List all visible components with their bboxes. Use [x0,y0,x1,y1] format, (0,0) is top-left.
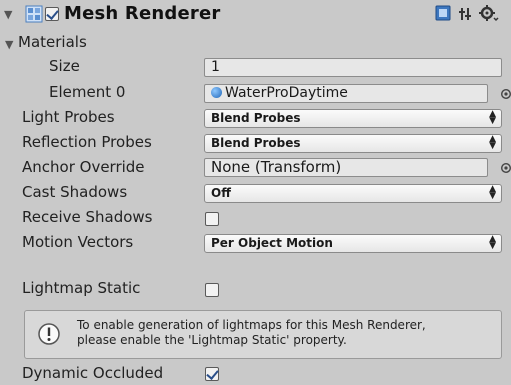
material-sphere-icon [211,87,222,98]
motion-vectors-value: Per Object Motion [211,236,333,250]
size-input[interactable]: 1 [204,58,502,77]
anchor-override-label: Anchor Override [22,158,145,176]
mesh-renderer-icon [25,5,43,23]
light-probes-value: Blend Probes [211,111,301,125]
dropdown-arrows-icon: ▲ ▼ [489,109,496,126]
reflection-probes-label: Reflection Probes [22,133,152,151]
gear-icon[interactable] [479,5,499,22]
info-line-2: please enable the 'Lightmap Static' prop… [77,333,347,347]
element-0-label: Element 0 [49,83,126,101]
cast-shadows-label: Cast Shadows [22,183,128,201]
receive-shadows-label: Receive Shadows [22,208,153,226]
component-foldout-arrow-icon[interactable]: ▼ [4,8,12,21]
lightmap-info-box: To enable generation of lightmaps for th… [24,310,502,359]
receive-shadows-checkbox[interactable] [205,212,219,226]
size-label: Size [49,57,80,75]
lightmap-static-checkbox[interactable] [205,283,219,297]
component-title: Mesh Renderer [64,3,221,24]
cast-shadows-dropdown[interactable]: Off ▲ ▼ [204,184,502,203]
anchor-override-field[interactable]: None (Transform) [204,158,488,177]
light-probes-dropdown[interactable]: Blend Probes ▲ ▼ [204,109,502,128]
motion-vectors-dropdown[interactable]: Per Object Motion ▲ ▼ [204,234,502,253]
dropdown-arrows-icon: ▲ ▼ [489,234,496,251]
dropdown-arrows-icon: ▲ ▼ [489,184,496,201]
info-message: To enable generation of lightmaps for th… [77,318,426,348]
element-0-field[interactable]: WaterProDaytime [204,84,488,103]
element-0-value: WaterProDaytime [225,85,348,101]
dynamic-occluded-label: Dynamic Occluded [22,364,164,382]
help-book-icon[interactable] [435,5,451,21]
motion-vectors-label: Motion Vectors [22,233,134,251]
lightmap-static-label: Lightmap Static [22,279,141,297]
header-icons [433,4,503,28]
object-picker-icon[interactable] [500,162,511,174]
mesh-renderer-inspector: ▼ Mesh Renderer ▼ Materials Size 1 Eleme… [0,0,511,385]
info-icon [38,323,60,345]
presets-icon[interactable] [459,8,471,20]
dropdown-arrows-icon: ▲ ▼ [489,134,496,151]
materials-foldout-arrow-icon[interactable]: ▼ [5,38,13,51]
reflection-probes-dropdown[interactable]: Blend Probes ▲ ▼ [204,134,502,153]
dynamic-occluded-checkbox[interactable] [205,367,219,381]
reflection-probes-value: Blend Probes [211,136,301,150]
info-line-1: To enable generation of lightmaps for th… [77,318,426,332]
object-picker-icon[interactable] [500,88,511,100]
cast-shadows-value: Off [211,186,231,200]
materials-label[interactable]: Materials [18,33,87,51]
component-enabled-checkbox[interactable] [45,7,59,21]
component-header[interactable]: ▼ Mesh Renderer [0,0,511,30]
light-probes-label: Light Probes [22,108,115,126]
